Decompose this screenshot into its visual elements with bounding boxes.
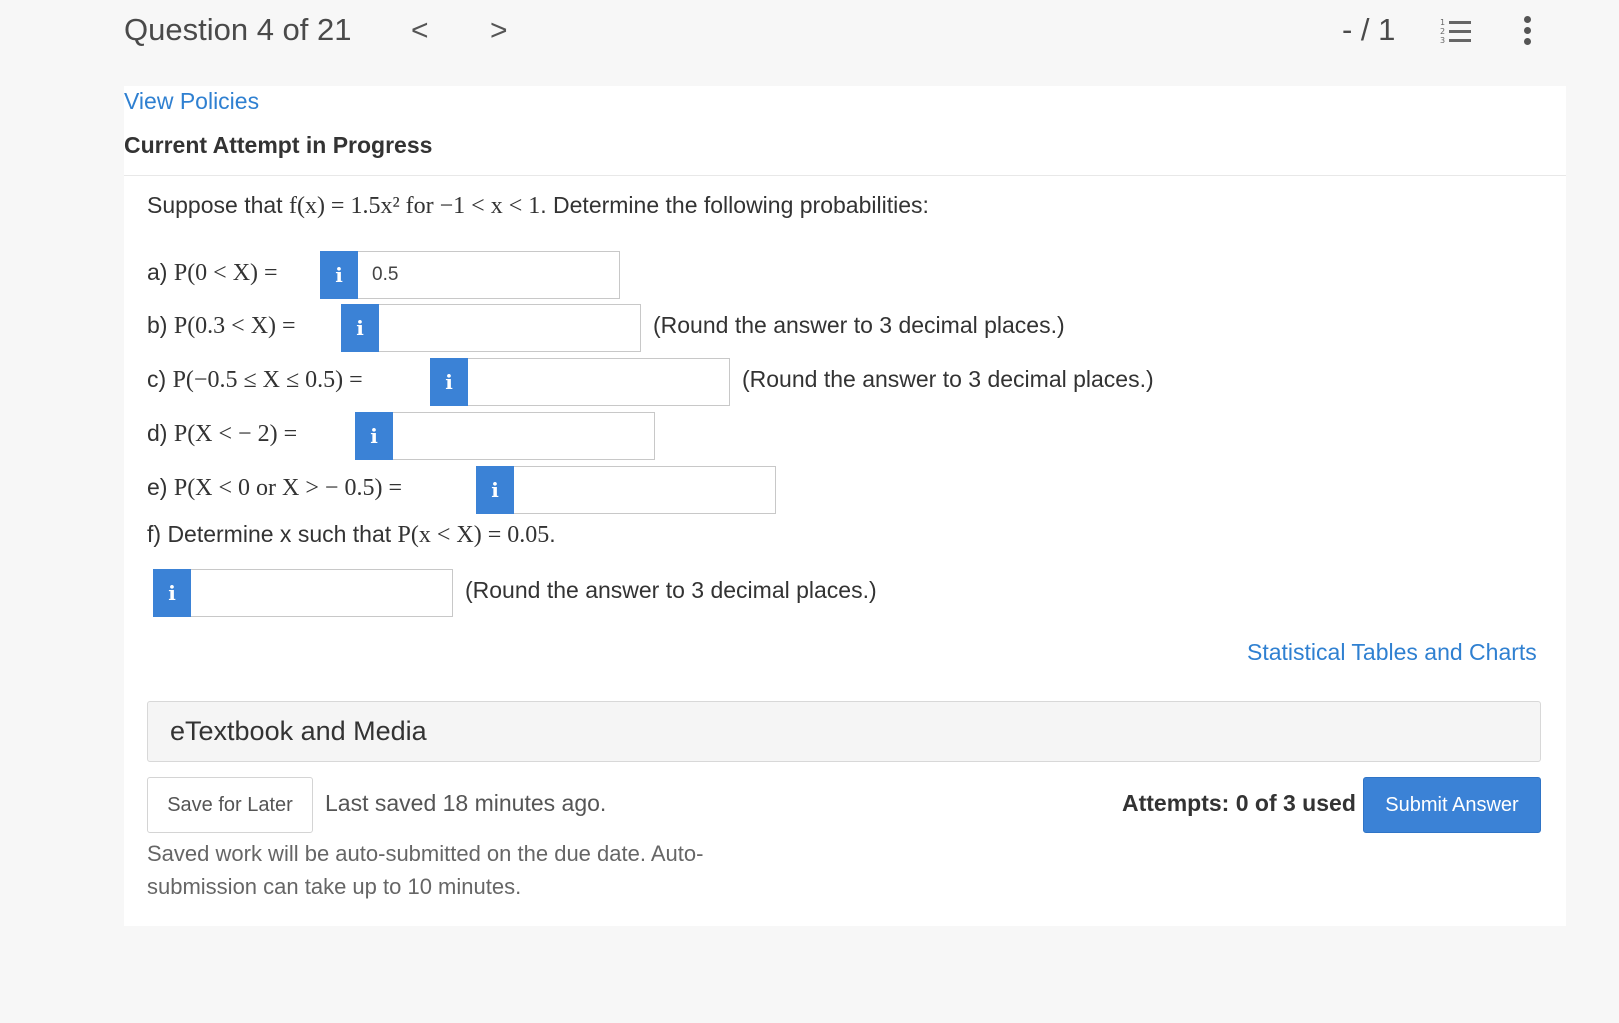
question-letter: a) (147, 259, 174, 285)
attempt-heading: Current Attempt in Progress (124, 132, 433, 158)
question-expression: P(0.3 < X) = (173, 313, 296, 339)
answer-group: i (320, 251, 620, 299)
question-card: View Policies Current Attempt in Progres… (124, 86, 1566, 926)
info-icon[interactable]: i (430, 358, 468, 406)
problem-prefix: Suppose that (147, 192, 289, 218)
answer-group: i (153, 569, 453, 617)
list-number: 1 (1440, 18, 1446, 27)
question-expression: P(0 < X) = (173, 260, 278, 286)
answer-input-f[interactable] (191, 569, 453, 617)
question-label: f) Determine x such that P(x < X) = 0.05… (147, 521, 556, 549)
previous-question-button[interactable]: < (411, 14, 429, 48)
list-line (1449, 30, 1471, 33)
problem-statement: Suppose that f(x) = 1.5x² for −1 < x < 1… (147, 192, 929, 220)
last-saved-text: Last saved 18 minutes ago. (325, 790, 607, 816)
question-expression: P(X < − 2) = (173, 421, 298, 447)
question-letter: d) (147, 420, 174, 446)
next-question-button[interactable]: > (490, 14, 508, 48)
answer-group: i (355, 412, 655, 460)
attempts-counter: Attempts: 0 of 3 used (1122, 790, 1356, 816)
numbered-list-icon[interactable]: 1 2 3 (1440, 18, 1472, 46)
dot (1524, 38, 1531, 45)
question-letter: c) (147, 366, 173, 392)
view-policies-link[interactable]: View Policies (124, 88, 259, 115)
problem-equation: f(x) = 1.5x² for −1 < x < 1 (288, 193, 541, 219)
answer-group: i (476, 466, 776, 514)
answer-input-b[interactable] (379, 304, 641, 352)
chevron-left-icon: < (411, 14, 429, 47)
question-expression: P(−0.5 ≤ X ≤ 0.5) = (172, 367, 363, 393)
rounding-hint: (Round the answer to 3 decimal places.) (653, 312, 1065, 338)
question-letter: f) Determine x such that (147, 521, 398, 547)
question-label: a) P(0 < X) = (147, 259, 278, 287)
vertical-ellipsis-icon[interactable] (1521, 16, 1533, 46)
etextbook-media-label: eTextbook and Media (170, 716, 427, 746)
answer-input-d[interactable] (393, 412, 655, 460)
answer-group: i (430, 358, 730, 406)
question-letter: e) (147, 474, 174, 500)
rounding-hint: (Round the answer to 3 decimal places.) (465, 577, 877, 603)
info-icon[interactable]: i (476, 466, 514, 514)
list-line (1449, 21, 1471, 24)
question-counter: Question 4 of 21 (124, 12, 352, 47)
list-number: 2 (1440, 27, 1446, 36)
chevron-right-icon: > (490, 14, 508, 47)
question-expression: P(x < X) = 0.05 (397, 522, 550, 548)
question-label: b) P(0.3 < X) = (147, 312, 296, 340)
answer-input-e[interactable] (514, 466, 776, 514)
question-label: e) P(X < 0 or X > − 0.5) = (147, 474, 402, 502)
question-expression: P(X < 0 or X > − 0.5) = (173, 475, 402, 501)
list-line (1449, 39, 1471, 42)
problem-suffix: . Determine the following probabilities: (540, 192, 929, 218)
answer-group: i (341, 304, 641, 352)
question-score: - / 1 (1342, 12, 1396, 47)
list-number: 3 (1440, 36, 1446, 45)
info-icon[interactable]: i (153, 569, 191, 617)
save-for-later-button[interactable]: Save for Later (147, 777, 313, 833)
dot (1524, 27, 1531, 34)
rounding-hint: (Round the answer to 3 decimal places.) (742, 366, 1154, 392)
answer-input-c[interactable] (468, 358, 730, 406)
divider (124, 175, 1566, 176)
question-label: c) P(−0.5 ≤ X ≤ 0.5) = (147, 366, 363, 394)
info-icon[interactable]: i (341, 304, 379, 352)
answer-input-a[interactable] (358, 251, 620, 299)
question-letter: b) (147, 312, 174, 338)
info-icon[interactable]: i (355, 412, 393, 460)
question-label: d) P(X < − 2) = (147, 420, 297, 448)
info-icon[interactable]: i (320, 251, 358, 299)
top-bar: Question 4 of 21 < > - / 1 1 2 3 (0, 0, 1619, 84)
autosubmit-note: Saved work will be auto-submitted on the… (147, 841, 704, 899)
dot (1524, 16, 1531, 23)
statistical-tables-link[interactable]: Statistical Tables and Charts (1247, 639, 1537, 666)
question-period: . (549, 521, 556, 547)
submit-answer-button[interactable]: Submit Answer (1363, 777, 1541, 833)
etextbook-media-panel[interactable]: eTextbook and Media (147, 701, 1541, 762)
